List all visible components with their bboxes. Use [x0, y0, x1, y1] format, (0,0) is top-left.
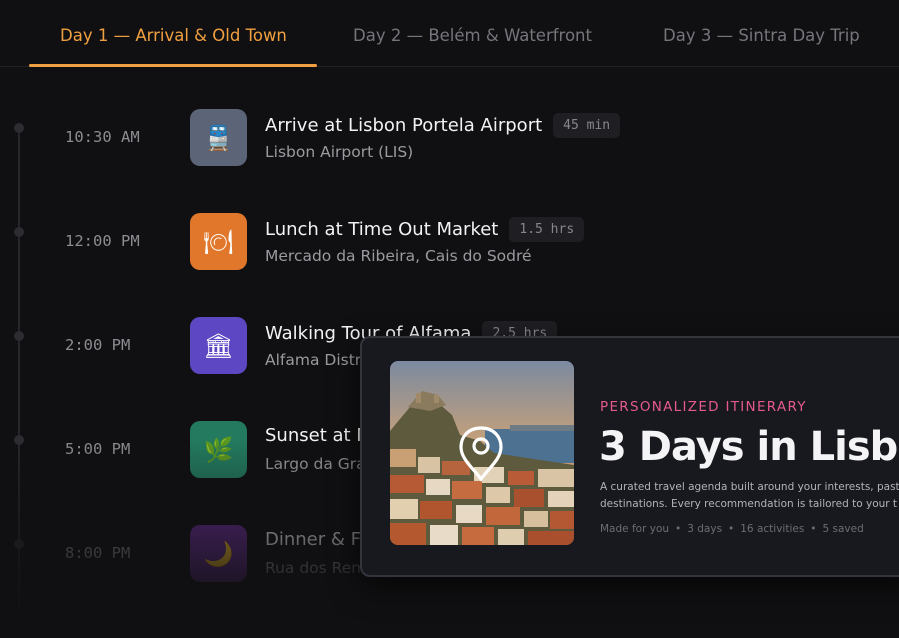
meta-days: 3 days — [687, 523, 723, 535]
meta-made-for-you: Made for you — [600, 523, 670, 535]
hero-description: A curated travel agenda built around you… — [600, 479, 899, 513]
duration-badge: 1.5 hrs — [509, 217, 585, 242]
tab-day-3[interactable]: Day 3 — Sintra Day Trip — [663, 26, 860, 45]
train-icon-glyph: 🚆 — [203, 123, 234, 152]
tab-day-1[interactable]: Day 1 — Arrival & Old Town — [60, 26, 287, 45]
moon-icon-glyph: 🌙 — [203, 539, 234, 568]
tab-day-2[interactable]: Day 2 — Belém & Waterfront — [353, 26, 592, 45]
activity-title: Lunch at Time Out Market — [265, 219, 499, 240]
hero-meta: Made for you • 3 days • 16 activities • 5 save… — [600, 523, 864, 535]
museum-icon-glyph: 🏛 — [203, 331, 234, 360]
museum-icon: 🏛 — [190, 317, 247, 374]
activity-time: 8:00 PM — [65, 544, 131, 562]
plate-icon: 🍽 — [190, 213, 247, 270]
hero-kicker: PERSONALIZED ITINERARY — [600, 399, 807, 415]
activity-time: 2:00 PM — [65, 336, 131, 354]
leaf-icon: 🌿 — [190, 421, 247, 478]
plate-icon-glyph: 🍽 — [203, 227, 234, 256]
activity-row[interactable]: 12:00 PM 🍽 Lunch at Time Out Market 1.5 … — [0, 213, 899, 273]
lisbon-photo — [390, 361, 574, 545]
activity-location: Lisbon Airport (LIS) — [265, 143, 414, 161]
activity-row[interactable]: 10:30 AM 🚆 Arrive at Lisbon Portela Airp… — [0, 109, 899, 169]
hero-description-line: A curated travel agenda built around you… — [600, 481, 899, 493]
duration-badge: 45 min — [553, 113, 621, 138]
moon-icon: 🌙 — [190, 525, 247, 582]
train-icon: 🚆 — [190, 109, 247, 166]
activity-location: Mercado da Ribeira, Cais do Sodré — [265, 247, 532, 265]
activity-time: 10:30 AM — [65, 128, 140, 146]
hero-title: 3 Days in Lisbon — [599, 424, 899, 470]
leaf-icon-glyph: 🌿 — [203, 435, 234, 464]
activity-time: 12:00 PM — [65, 232, 140, 250]
activity-title: Arrive at Lisbon Portela Airport — [265, 115, 543, 136]
itinerary-hero-card[interactable]: PERSONALIZED ITINERARY 3 Days in Lisbon … — [360, 336, 899, 577]
day-tabs: Day 1 — Arrival & Old Town Day 2 — Belém… — [0, 0, 899, 67]
hero-description-line: destinations. Every recommendation is ta… — [600, 498, 898, 510]
meta-saved: 5 saved — [822, 523, 864, 535]
meta-activities: 16 activities — [740, 523, 805, 535]
activity-time: 5:00 PM — [65, 440, 131, 458]
